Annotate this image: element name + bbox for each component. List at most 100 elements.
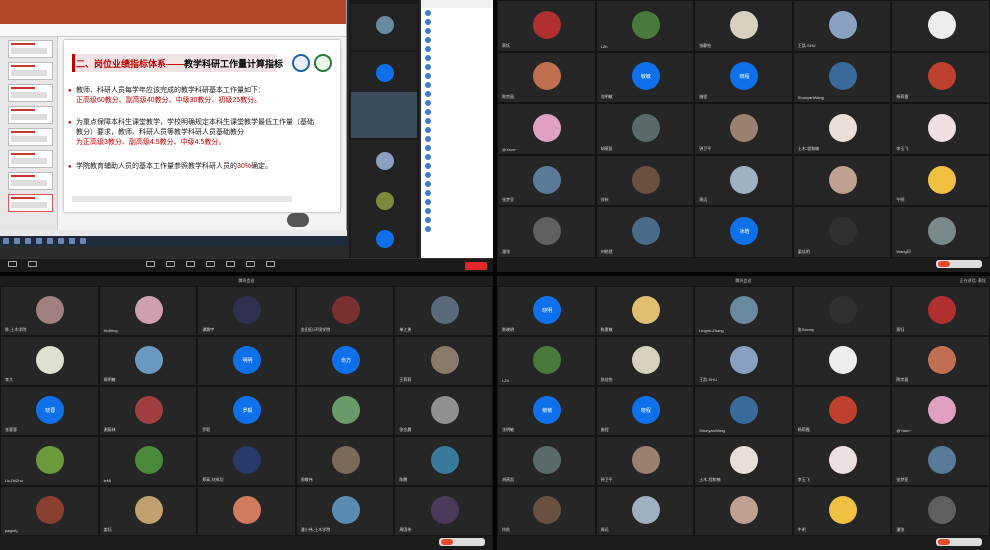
video-tile[interactable]: HuiXing [98, 286, 198, 336]
video-tile[interactable]: 谢蔚林 [98, 386, 198, 436]
video-tile[interactable]: 俞方 [295, 336, 395, 386]
search-icon[interactable] [14, 238, 20, 244]
participant-row[interactable] [421, 62, 493, 71]
participant-row[interactable] [421, 116, 493, 125]
slide-thumb[interactable] [8, 128, 53, 146]
video-tile[interactable] [694, 486, 793, 536]
app-icon[interactable] [80, 238, 86, 244]
chat-icon[interactable] [186, 261, 195, 267]
slide-thumbnails[interactable] [0, 37, 58, 230]
video-tile[interactable]: 蔡钰 [497, 0, 596, 52]
participants-icon[interactable] [166, 261, 175, 267]
video-tile[interactable]: 谭晨宇 [197, 286, 296, 336]
participant-row[interactable] [421, 170, 493, 179]
participant-row[interactable] [421, 89, 493, 98]
video-tile[interactable]: 金田田-环境学院 [295, 286, 395, 336]
video-tile[interactable]: 单江勇 [394, 286, 493, 336]
participant-row[interactable] [421, 8, 493, 17]
video-tile[interactable]: 王莉莉 [394, 336, 493, 386]
video-tile[interactable]: 晓蓉 张蓉蓉 [0, 386, 99, 436]
video-tile[interactable]: 徐秋 [595, 154, 695, 207]
app-icon[interactable] [47, 238, 53, 244]
app-icon[interactable] [25, 238, 31, 244]
video-tile[interactable]: 李大 [0, 336, 99, 386]
video-tile-camera[interactable] [351, 92, 417, 138]
slide-thumb[interactable] [8, 84, 53, 102]
video-tile[interactable] [792, 336, 892, 386]
video-tile[interactable]: 胡燕凯 [595, 103, 695, 155]
participant-row[interactable] [421, 44, 493, 53]
video-tile[interactable]: 王凯-SHU [694, 336, 793, 386]
participant-row[interactable] [421, 107, 493, 116]
slide-thumb[interactable] [8, 150, 53, 168]
video-tile[interactable]: 杨莉霞 [891, 51, 990, 104]
video-tile[interactable]: Lingmi-Zhang [694, 286, 793, 336]
video-tile[interactable]: 李玉飞 [891, 103, 990, 155]
video-tile[interactable]: 晓程 施程 [694, 51, 793, 104]
video-tile[interactable]: 潘张 [891, 486, 990, 536]
end-meeting-button[interactable] [465, 262, 487, 270]
video-tile[interactable]: 周远 [694, 154, 793, 207]
record-icon[interactable] [206, 261, 215, 267]
video-tile[interactable] [295, 386, 395, 436]
video-tile[interactable]: 杨莉霞 [792, 386, 892, 436]
app-icon[interactable] [69, 238, 75, 244]
video-tile[interactable]: @Yaon~ [891, 386, 990, 436]
floating-toolbar[interactable] [936, 538, 982, 546]
participant-row[interactable] [421, 53, 493, 62]
slide-thumb-current[interactable] [8, 194, 53, 212]
video-tile[interactable]: 晓程 施程 [595, 386, 695, 436]
video-tile[interactable]: 周远 [595, 486, 695, 536]
floating-toolbar[interactable] [936, 260, 982, 268]
apps-icon[interactable] [226, 261, 235, 267]
video-tile[interactable]: 胡燕凯 [497, 436, 596, 486]
slide-thumb[interactable] [8, 40, 53, 58]
video-tile[interactable]: 明明 [197, 336, 296, 386]
video-tile[interactable]: 潘小伟-土木学院 [295, 486, 395, 536]
video-tile[interactable]: Wang印 [891, 206, 990, 258]
start-icon[interactable] [3, 238, 9, 244]
screen-share-floating-controls[interactable] [287, 213, 309, 227]
participant-row[interactable] [421, 26, 493, 35]
video-tile[interactable]: 潘张 [497, 206, 596, 258]
participant-row[interactable] [421, 161, 493, 170]
participant-row[interactable] [421, 215, 493, 224]
participant-row[interactable] [421, 143, 493, 152]
app-icon[interactable] [58, 238, 64, 244]
video-tile[interactable]: ShunyanWang [694, 386, 793, 436]
video-tile[interactable]: 陈宗昌 [497, 51, 596, 104]
participant-row[interactable] [421, 179, 493, 188]
video-tile[interactable]: 周明敏 [98, 336, 198, 386]
video-tile[interactable]: 张梦亚 [497, 154, 596, 207]
video-tile[interactable]: 刘皓然 [595, 206, 695, 258]
participant-row[interactable] [421, 17, 493, 26]
video-tile[interactable]: 敏敏 沈明敏 [595, 51, 695, 104]
video-tile[interactable]: 梁佳明 [792, 206, 892, 258]
share-icon[interactable] [146, 261, 155, 267]
video-tile[interactable]: 陈宗昌 [891, 336, 990, 386]
video-tile[interactable]: 徐秋 [497, 486, 596, 536]
video-tile[interactable] [197, 486, 296, 536]
video-tile[interactable]: LiuZhiZhu [0, 436, 99, 486]
video-tile[interactable]: 牛明 [891, 154, 990, 207]
video-tile[interactable]: 钟卫平 [694, 103, 793, 155]
video-tile[interactable]: 姜钰 [98, 486, 198, 536]
video-tile[interactable]: 张静怡 [694, 0, 793, 52]
video-tile[interactable]: 陈惠敏 [595, 286, 695, 336]
camera-icon[interactable] [28, 261, 37, 267]
participant-row[interactable] [421, 197, 493, 206]
video-tile[interactable]: 罗毅 罗毅 [197, 386, 296, 436]
video-tile[interactable]: 晓明 陈晓明 [497, 286, 596, 336]
participant-row[interactable] [421, 80, 493, 89]
video-tile[interactable]: paguAj [0, 486, 99, 536]
slide-thumb[interactable] [8, 172, 53, 190]
video-tile[interactable] [351, 4, 417, 50]
video-tile[interactable]: @Yaon~ [497, 103, 596, 155]
video-tile[interactable]: leMi [98, 436, 198, 486]
slide-thumb[interactable] [8, 106, 53, 124]
video-tile[interactable]: 王凯-SHU [792, 0, 892, 52]
video-tile[interactable]: 土木-程和楠 [694, 436, 793, 486]
floating-toolbar[interactable] [439, 538, 485, 546]
video-tile[interactable]: 郑高-刘成功 [197, 436, 296, 486]
video-tile[interactable]: 蔡钰 [891, 286, 990, 336]
